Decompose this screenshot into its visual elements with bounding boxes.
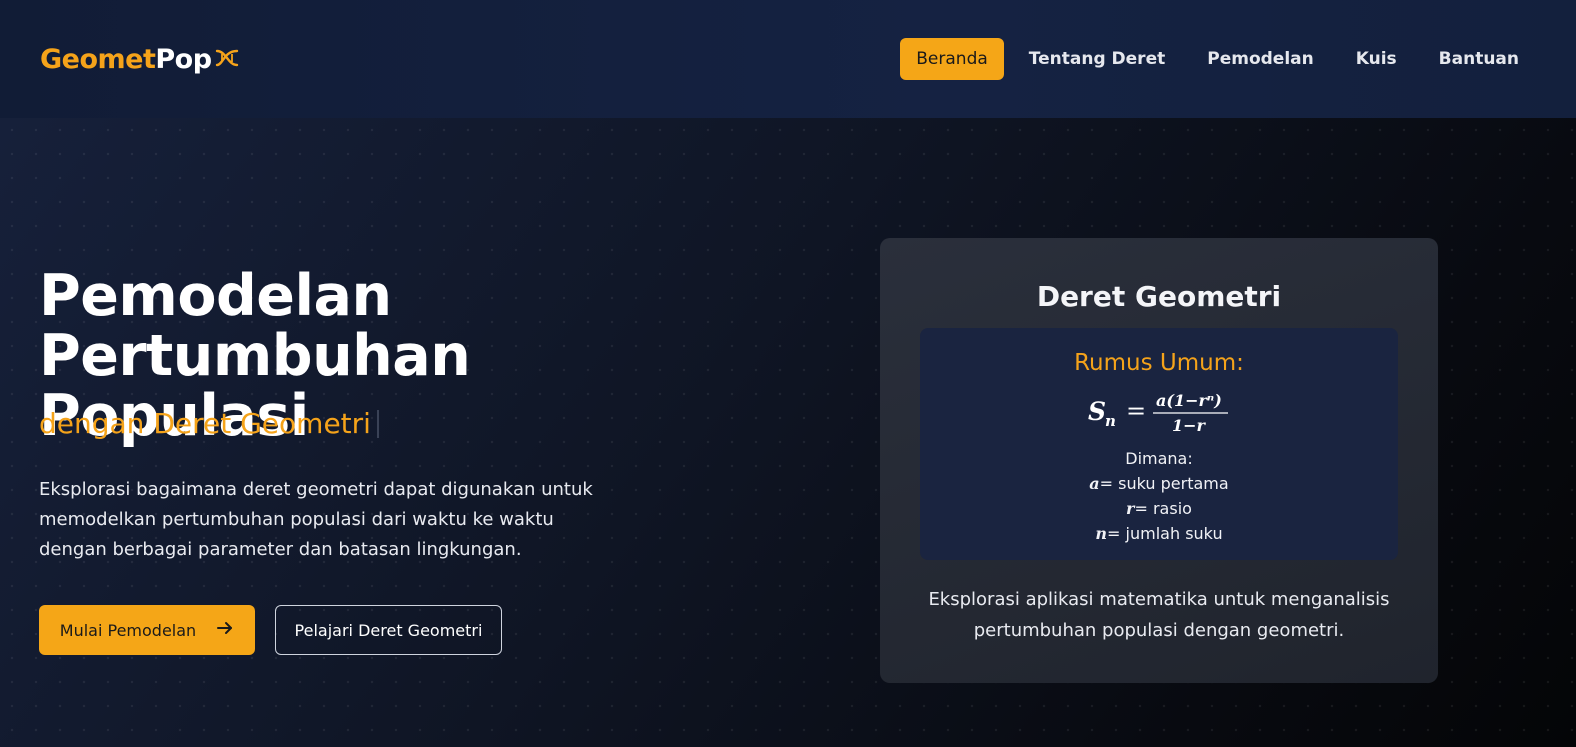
main-nav: Beranda Tentang Deret Pemodelan Kuis Ban… — [900, 38, 1536, 80]
hero-description: Eksplorasi bagaimana deret geometri dapa… — [39, 479, 593, 560]
nav-item-bantuan[interactable]: Bantuan — [1422, 38, 1536, 80]
formula-card: Deret Geometri Rumus Umum: S n = a(1−rⁿ)… — [880, 238, 1438, 683]
dna-icon — [214, 45, 240, 78]
geometric-sum-formula: S n = a(1−rⁿ) 1−r — [1088, 391, 1228, 435]
hero-section: Pemodelan Pertumbuhan Populasi dengan De… — [0, 118, 1576, 747]
hero-subtitle-text: dengan Deret Geometri — [39, 407, 371, 440]
where-label: Dimana: — [1125, 449, 1193, 468]
learn-geometric-series-button[interactable]: Pelajari Deret Geometri — [275, 605, 502, 655]
card-title: Deret Geometri — [1036, 280, 1282, 313]
formula-lhs-subscript: n — [1105, 412, 1116, 430]
formula-equals: = — [1126, 397, 1146, 425]
variables-legend: Dimana: a= suku pertama r= rasio n= juml… — [920, 446, 1398, 546]
nav-item-pemodelan[interactable]: Pemodelan — [1190, 38, 1330, 80]
logo[interactable]: Geomet Pop — [40, 41, 240, 78]
formula-denominator: 1−r — [1172, 416, 1207, 435]
variable-r: r= rasio — [1126, 499, 1192, 518]
nav-item-beranda[interactable]: Beranda — [900, 38, 1004, 80]
logo-text-pop: Pop — [155, 43, 212, 75]
hero-subtitle: dengan Deret Geometri — [39, 407, 379, 440]
formula-lhs-symbol: S — [1088, 397, 1106, 426]
typing-caret — [376, 410, 379, 438]
variable-a: a= suku pertama — [1089, 474, 1229, 493]
nav-item-kuis[interactable]: Kuis — [1339, 38, 1414, 80]
learn-geometric-series-label: Pelajari Deret Geometri — [294, 620, 483, 640]
formula-box: Rumus Umum: S n = a(1−rⁿ) 1−r Dimana: a=… — [920, 328, 1398, 560]
logo-text-geomet: Geomet — [40, 43, 156, 75]
hero-title-line1: Pemodelan Pertumbuhan — [39, 263, 471, 389]
variable-n: n= jumlah suku — [1095, 524, 1223, 543]
formula-numerator: a(1−rⁿ) — [1156, 391, 1222, 410]
start-modeling-label: Mulai Pemodelan — [59, 620, 197, 640]
arrow-right-icon — [216, 620, 234, 640]
formula-heading: Rumus Umum: — [1074, 350, 1244, 376]
start-modeling-button[interactable]: Mulai Pemodelan — [39, 605, 255, 655]
nav-item-tentang-deret[interactable]: Tentang Deret — [1012, 38, 1182, 80]
site-header: Geomet Pop Beranda Tentang Deret Pemodela… — [0, 0, 1576, 118]
card-description: Eksplorasi aplikasi matematika untuk men… — [928, 589, 1390, 641]
